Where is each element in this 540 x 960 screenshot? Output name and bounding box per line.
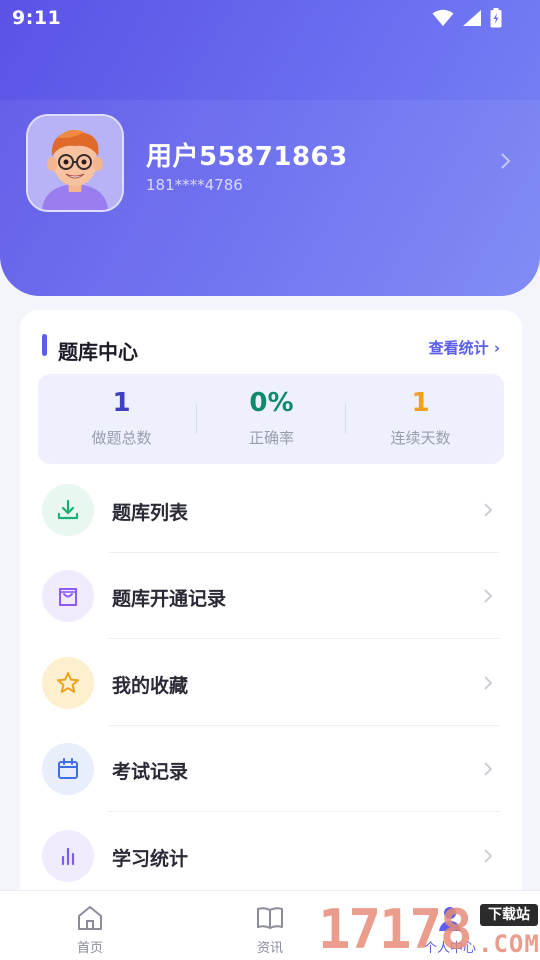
stat-label: 做题总数 — [91, 429, 152, 447]
download-icon — [42, 484, 94, 536]
status-bar: 9:11 — [0, 0, 540, 36]
watermark-logo: 17178 下载站 .COM — [318, 900, 540, 960]
bar-chart-icon — [42, 830, 94, 882]
wifi-icon — [432, 9, 454, 26]
shopping-bag-icon — [42, 570, 94, 622]
menu-item-study-stats[interactable]: 学习统计 — [20, 813, 522, 899]
menu-item-question-list[interactable]: 题库列表 — [20, 467, 522, 553]
title-accent-bar — [42, 334, 47, 356]
signal-icon — [463, 10, 481, 26]
menu-label: 我的收藏 — [112, 675, 189, 697]
status-icons — [432, 8, 502, 28]
chevron-right-icon — [484, 589, 493, 603]
divider — [108, 638, 500, 639]
book-icon — [257, 907, 283, 929]
tab-home[interactable]: 首页 — [30, 891, 150, 960]
question-bank-card: 题库中心 查看统计 › 1 做题总数 0% 正确率 1 连续天数 题库列表 题库… — [20, 310, 522, 930]
menu-label: 学习统计 — [112, 848, 189, 870]
chevron-right-icon — [484, 676, 493, 690]
battery-charging-icon — [490, 8, 502, 28]
menu-label: 题库开通记录 — [112, 588, 227, 610]
username[interactable]: 用户55871863 — [146, 136, 348, 173]
watermark-badge: 下载站 — [480, 904, 538, 926]
tab-news[interactable]: 资讯 — [210, 891, 330, 960]
avatar-illustration — [28, 116, 122, 210]
card-title: 题库中心 — [58, 340, 138, 364]
chevron-right-icon[interactable] — [496, 150, 514, 172]
avatar[interactable] — [26, 114, 124, 212]
stat-value: 1 — [112, 388, 131, 418]
profile-header: 9:11 用户55871863 181****4786 — [0, 0, 540, 296]
stats-panel: 1 做题总数 0% 正确率 1 连续天数 — [38, 374, 504, 464]
home-icon — [78, 906, 102, 930]
menu-label: 考试记录 — [112, 761, 189, 783]
divider — [108, 811, 500, 812]
calendar-icon — [42, 743, 94, 795]
chevron-right-icon — [484, 762, 493, 776]
stat-label: 连续天数 — [390, 429, 451, 447]
stat-label: 正确率 — [248, 429, 294, 447]
stat-accuracy: 0% 正确率 — [194, 374, 349, 464]
stat-value: 1 — [411, 388, 430, 418]
menu-label: 题库列表 — [112, 502, 189, 524]
tab-label: 首页 — [76, 941, 103, 956]
stat-total-questions: 1 做题总数 — [44, 374, 199, 464]
tab-label: 资讯 — [256, 941, 283, 956]
watermark-digits: 17178 — [318, 898, 473, 960]
status-time: 9:11 — [12, 7, 62, 29]
stat-value: 0% — [249, 388, 294, 418]
menu-item-activation-records[interactable]: 题库开通记录 — [20, 553, 522, 639]
menu-item-favorites[interactable]: 我的收藏 — [20, 640, 522, 726]
menu-item-exam-records[interactable]: 考试记录 — [20, 726, 522, 812]
star-icon — [42, 657, 94, 709]
chevron-right-icon — [484, 503, 493, 517]
watermark-suffix: .COM — [478, 930, 540, 958]
phone-number: 181****4786 — [146, 176, 243, 194]
stat-streak-days: 1 连续天数 — [343, 374, 498, 464]
view-stats-link[interactable]: 查看统计 › — [429, 337, 500, 358]
chevron-right-icon — [484, 849, 493, 863]
